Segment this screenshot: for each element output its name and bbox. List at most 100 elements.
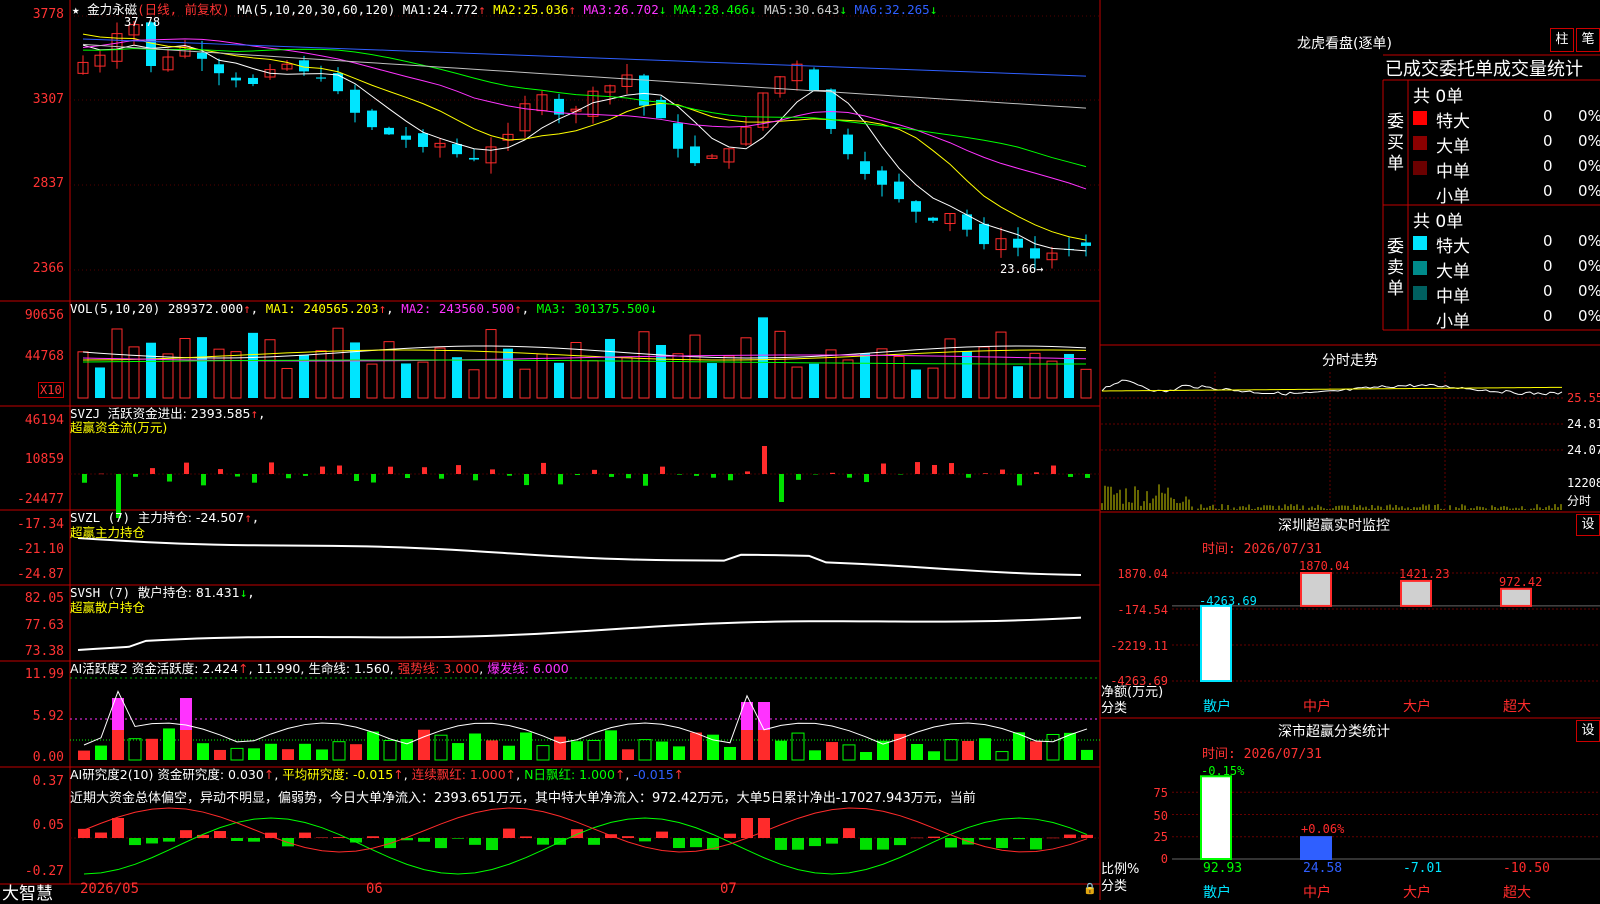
activity-bar [520, 732, 532, 760]
monitor-settings-button[interactable]: 设 [1576, 514, 1600, 536]
vol-bar [1064, 353, 1074, 398]
flow-bar [235, 474, 240, 477]
vol-bar [707, 363, 717, 398]
ma6-value: 32.265 [884, 2, 930, 17]
svzl-sub: 超赢主力持仓 [70, 525, 146, 540]
y-tick: 25.55 [1567, 391, 1600, 405]
ma6-label: MA6: [854, 2, 885, 17]
research-bar [809, 838, 821, 847]
high-mark: 37.78 [124, 15, 161, 29]
row-count: 0 [1543, 232, 1553, 250]
classify-time: 时间: 2026/07/31 [1202, 747, 1322, 762]
flow-bar [643, 474, 648, 486]
y-tick: 24.81 [1567, 417, 1600, 431]
vol-bar [146, 342, 156, 398]
x-tick: 2026/05 [80, 881, 140, 897]
research-bar [996, 838, 1008, 849]
monitor-time: 时间: 2026/07/31 [1202, 542, 1322, 557]
vol-bar [1046, 360, 1058, 399]
activity-bar [503, 745, 515, 760]
legend-swatch [1413, 136, 1427, 150]
flow-bar [1068, 474, 1073, 477]
y-tick: 11.99 [24, 667, 64, 682]
classify-settings-button[interactable]: 设 [1576, 720, 1600, 742]
vol-ma2: MA2: 243560.500 [401, 301, 515, 316]
research-bar [639, 838, 651, 842]
flow-bar [609, 474, 614, 477]
flow-bar [932, 464, 937, 474]
research-bar [180, 830, 192, 838]
flow-bar [779, 474, 784, 502]
flow-bar [422, 467, 427, 474]
ai3-header: AI研究度2(10) 资金研究度: 0.030↑, 平均研究度: -0.015↑… [70, 767, 685, 782]
y-tick: 2837 [32, 176, 64, 191]
candle-down [452, 144, 462, 155]
vol-unit-badge[interactable]: X10 [38, 382, 64, 398]
monitor-bar [1400, 579, 1432, 607]
activity-bar [587, 739, 601, 761]
ma3-arrow: ↓ [658, 2, 667, 17]
y-tick: 50 [1153, 809, 1168, 823]
activity-bar [112, 730, 124, 760]
y-tick: -2219.11 [1110, 639, 1168, 653]
research-bar [673, 838, 685, 849]
category-label: 超大 [1503, 699, 1531, 715]
app-logo[interactable]: 大智慧 [2, 879, 53, 904]
vol-bar [621, 357, 633, 399]
research-bar [775, 838, 787, 850]
classify-bar [1300, 836, 1332, 860]
activity-bar [1013, 732, 1025, 760]
vol-bar [417, 361, 429, 399]
ma2-arrow: ↑ [568, 2, 576, 17]
legend-swatch [1413, 161, 1427, 175]
activity-bar [282, 749, 294, 760]
research-bar [911, 837, 923, 839]
tick-mode-button[interactable]: 笔 [1576, 28, 1600, 52]
research-bar [1030, 838, 1042, 850]
row-pct: 0% [1578, 157, 1600, 175]
activity-bar [1030, 741, 1042, 760]
research-bar [486, 838, 498, 851]
category-label: 超大 [1503, 885, 1531, 901]
ma4-value: 28.466 [703, 2, 750, 17]
research-bar [826, 838, 838, 844]
row-count: 0 [1543, 282, 1553, 300]
bar-mode-button[interactable]: 柱 [1550, 28, 1574, 52]
vol-bar [791, 366, 803, 399]
activity-bar [95, 745, 107, 760]
candle-down [248, 77, 258, 84]
flow-bar [167, 474, 172, 482]
research-bar [452, 838, 464, 839]
star-icon[interactable]: ★ [72, 2, 80, 17]
vol-bar [638, 331, 650, 399]
ma3-label: MA3: [583, 2, 614, 17]
row-count: 0 [1543, 157, 1553, 175]
y-tick: 12208 [1567, 476, 1600, 490]
vol-bar [162, 353, 174, 399]
activity-bar [230, 747, 244, 761]
activity-bar [979, 738, 991, 760]
candle-down [214, 64, 224, 74]
research-bar [146, 838, 158, 844]
candle-down [418, 133, 428, 147]
low-mark: 23.66→ [1000, 262, 1044, 276]
y-tick: 5.92 [32, 709, 64, 724]
research-bar [724, 833, 736, 838]
row-name: 大单 [1436, 137, 1470, 157]
candle-down [401, 135, 411, 140]
monitor-bar [1300, 572, 1332, 607]
bar-value-label: 972.42 [1499, 574, 1543, 589]
activity-bar [486, 740, 498, 760]
row-count: 0 [1543, 132, 1553, 150]
research-bar [333, 837, 345, 838]
flow-bar [949, 463, 954, 474]
flow-bar [490, 469, 495, 474]
svzl-header: SVZL (7) 主力持仓: -24.507↑, [70, 510, 260, 525]
research-bar [792, 838, 804, 850]
ma-line-3 [82, 38, 1087, 190]
activity-bar [367, 731, 379, 760]
flow-bar [881, 463, 886, 474]
ma-line-5 [82, 43, 1087, 109]
lock-icon[interactable]: 🔒 [1083, 882, 1097, 895]
research-bar [843, 828, 855, 838]
